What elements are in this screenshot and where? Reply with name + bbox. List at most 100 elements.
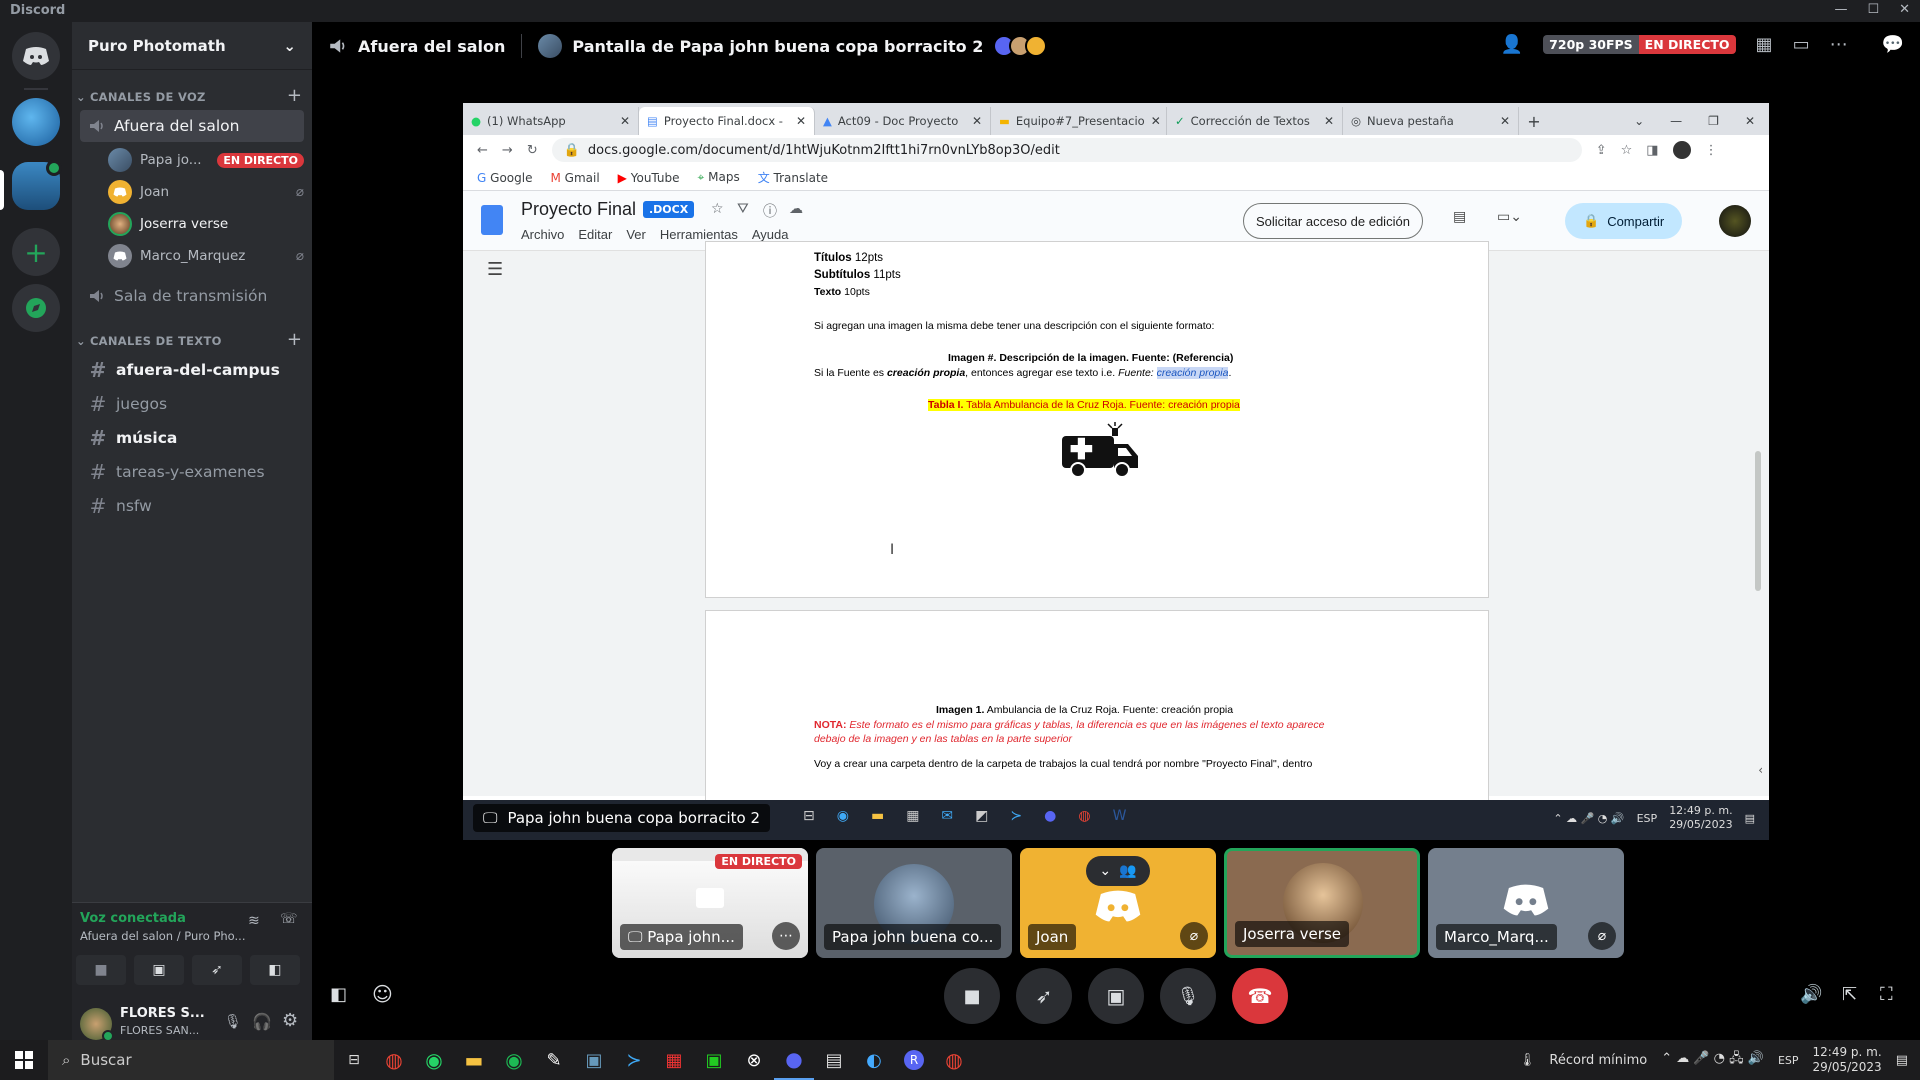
noise-suppression-icon[interactable]: ≋ [248,913,260,929]
weather-text[interactable]: Récord mínimo [1549,1053,1647,1068]
bookmark[interactable]: 文 Translate [758,169,828,186]
menu-herramientas[interactable]: Herramientas [660,227,738,242]
vscode-icon[interactable]: ≻ [614,1040,654,1080]
voice-user[interactable]: Papa jo... EN DIRECTO [108,146,304,174]
voice-user[interactable]: Joserra verse [108,210,304,238]
more-icon[interactable]: ⋯ [1830,34,1848,55]
activity-panel-icon[interactable]: ◧ [330,984,347,1005]
share-screen-button[interactable]: ▣ [1088,968,1144,1024]
server-icon-puro-photomath[interactable] [12,160,62,210]
add-server-icon[interactable]: + [12,228,60,276]
soundboard-button[interactable]: ◧ [250,955,300,985]
chrome-icon[interactable]: ◍ [374,1040,414,1080]
add-voice-channel-icon[interactable]: + [287,85,302,106]
discord-icon[interactable]: ● [774,1040,814,1080]
pycharm-icon[interactable]: ▣ [694,1040,734,1080]
text-channel[interactable]: # tareas-y-examenes [80,456,304,488]
chat-icon[interactable]: 💬 [1882,34,1904,55]
chevron-down-icon[interactable]: ⌄ [1634,114,1644,128]
address-bar[interactable]: 🔒 docs.google.com/document/d/1htWjuKotnm… [551,138,1582,162]
app-icon[interactable]: ▦ [654,1040,694,1080]
emoji-icon[interactable]: ☺ [372,982,393,1006]
text-channel[interactable]: # nsfw [80,490,304,522]
activities-button[interactable]: ➶ [192,955,242,985]
app-icon[interactable]: ◐ [854,1040,894,1080]
info-icon[interactable]: ⓘ [763,201,777,221]
windows-start-icon[interactable] [0,1040,48,1080]
participant-tile[interactable]: Papa john buena co... [816,848,1012,958]
reload-icon[interactable]: ↻ [527,143,538,158]
leave-call-button[interactable]: ☎ [1232,968,1288,1024]
xbox-icon[interactable]: ⊗ [734,1040,774,1080]
voice-user[interactable]: Joan ⌀ [108,178,304,206]
share-screen-button[interactable]: ▣ [134,955,184,985]
maximize-icon[interactable]: ☐ [1867,2,1879,17]
text-category[interactable]: ⌄ CANALES DE TEXTO [76,334,222,348]
close-icon[interactable]: ✕ [796,114,806,128]
forward-icon[interactable]: → [502,143,513,158]
close-icon[interactable]: ✕ [1151,114,1161,128]
participant-tile[interactable]: Marco_Marq... ⌀ [1428,848,1624,958]
profile-avatar[interactable] [1672,141,1691,159]
doc-title[interactable]: Proyecto Final [521,199,636,220]
participant-tile[interactable]: EN DIRECTO 🖵 Papa john... ⋯ [612,848,808,958]
close-icon[interactable]: ✕ [1500,114,1510,128]
bookmark[interactable]: G Google [477,171,532,185]
close-icon[interactable]: ✕ [620,114,630,128]
comments-icon[interactable]: ▤ [1453,209,1466,225]
discord-home-icon[interactable] [12,32,60,80]
participant-tile[interactable]: ⌄ 👥 Joan ⌀ [1020,848,1216,958]
menu-ver[interactable]: Ver [626,227,646,242]
request-edit-button[interactable]: Solicitar acceso de edición [1243,203,1423,239]
taskview-icon[interactable]: ⊟ [334,1040,374,1080]
doc-page[interactable]: Títulos 12pts Subtítulos 11pts Texto 10p… [705,241,1489,598]
camera-button[interactable]: ■ [944,968,1000,1024]
paint-icon[interactable]: ✎ [534,1040,574,1080]
move-icon[interactable]: ⛛ [737,201,749,217]
server-header[interactable]: Puro Photomath ⌄ [72,22,312,70]
star-icon[interactable]: ☆ [711,201,724,217]
scrollbar[interactable] [1755,451,1761,591]
menu-icon[interactable]: ⋮ [1705,143,1718,158]
new-tab-icon[interactable]: + [1519,107,1549,135]
chevron-left-icon[interactable]: ‹ [1758,763,1763,777]
grid-icon[interactable]: ▦ [1756,34,1773,55]
notification-icon[interactable]: ▤ [1896,1053,1908,1068]
voice-channel-afuera-del-salon[interactable]: Afuera del salon [80,110,304,142]
headphones-icon[interactable]: 🎧 [252,1012,272,1031]
more-icon[interactable]: ⋯ [772,922,800,950]
volume-icon[interactable]: 🔊 [1800,984,1822,1005]
account-avatar[interactable] [1719,205,1751,237]
folder-icon[interactable]: ▬ [454,1040,494,1080]
minimize-icon[interactable]: — [1834,2,1847,17]
tray-icons[interactable]: ⌃ ☁ 🎤 ◔ 🖧 🔊 [1661,1049,1764,1071]
r-icon[interactable]: R [894,1040,934,1080]
menu-ayuda[interactable]: Ayuda [752,227,789,242]
close-icon[interactable]: ✕ [1745,114,1755,128]
menu-editar[interactable]: Editar [578,227,612,242]
back-icon[interactable]: ← [477,143,488,158]
add-text-channel-icon[interactable]: + [287,329,302,350]
browser-tab[interactable]: ◎ Nueva pestaña ✕ [1343,107,1519,135]
meet-icon[interactable]: ▭⌄ [1497,209,1522,225]
menu-archivo[interactable]: Archivo [521,227,564,242]
stream-video[interactable]: ● (1) WhatsApp ✕ ▤ Proyecto Final.docx - ✕ ▲… [463,103,1769,840]
text-channel[interactable]: # música [80,422,304,454]
gear-icon[interactable]: ⚙ [282,1010,298,1031]
clock[interactable]: 12:49 p. m. 29/05/2023 [1813,1045,1882,1075]
sidepanel-icon[interactable]: ◨ [1646,143,1658,158]
activities-button[interactable]: ➶ [1016,968,1072,1024]
cloud-icon[interactable]: ☁ [789,201,803,217]
browser-tab[interactable]: ▬ Equipo#7_Presentacio ✕ [991,107,1167,135]
mic-icon[interactable]: 🎙 [224,1014,242,1030]
voice-connected-location[interactable]: Afuera del salon / Puro Pho... [80,929,245,943]
mute-button[interactable]: 🎙 [1160,968,1216,1024]
popout-icon[interactable]: ⇱ [1842,984,1857,1005]
chrome-icon[interactable]: ◍ [934,1040,974,1080]
server-icon-1[interactable] [12,98,60,146]
app-icon[interactable]: ▣ [574,1040,614,1080]
participant-tile[interactable]: Joserra verse [1224,848,1420,958]
bookmark[interactable]: ⌖ Maps [698,170,740,185]
close-icon[interactable]: ✕ [1324,114,1334,128]
close-icon[interactable]: ✕ [972,114,982,128]
